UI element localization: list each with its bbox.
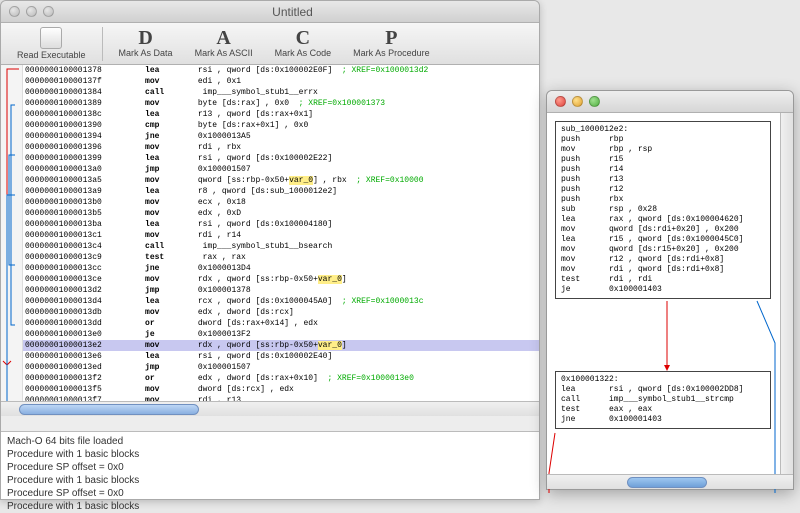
zoom-icon[interactable] — [43, 6, 54, 17]
disasm-row[interactable]: 00000001000013b0 mov ecx , 0x18 — [23, 197, 539, 208]
disasm-row[interactable]: 00000001000013a5 mov qword [ss:rbp-0x50+… — [23, 175, 539, 186]
arrow-gutter — [1, 65, 23, 416]
log-line: Procedure SP offset = 0x0 — [7, 487, 533, 500]
log-line: Mach-O 64 bits file loaded — [7, 435, 533, 448]
disasm-row[interactable]: 0000000100001378 lea rsi , qword [ds:0x1… — [23, 65, 539, 76]
document-icon — [40, 27, 62, 49]
mark-as-code-button[interactable]: C Mark As Code — [269, 27, 338, 60]
h-scrollbar[interactable] — [547, 474, 793, 489]
h-scroll-thumb[interactable] — [19, 404, 199, 415]
disasm-row[interactable]: 000000010000138c lea r13 , qword [ds:rax… — [23, 109, 539, 120]
disasm-row[interactable]: 00000001000013e0 je 0x1000013F2 — [23, 329, 539, 340]
minimize-icon[interactable] — [26, 6, 37, 17]
disasm-row[interactable]: 00000001000013ce mov rdx , qword [ss:rbp… — [23, 274, 539, 285]
mark-as-data-button[interactable]: D Mark As Data — [113, 27, 179, 60]
mark-as-ascii-button[interactable]: A Mark As ASCII — [189, 27, 259, 60]
disasm-row[interactable]: 00000001000013c1 mov rdi , r14 — [23, 230, 539, 241]
main-titlebar[interactable]: Untitled — [1, 1, 539, 23]
graph-canvas[interactable]: sub_1000012e2: push rbp mov rbp , rsp pu… — [547, 113, 780, 474]
disasm-row[interactable]: 00000001000013b5 mov edx , 0xD — [23, 208, 539, 219]
disasm-row[interactable]: 0000000100001390 cmp byte [ds:rax+0x1] ,… — [23, 120, 539, 131]
log-line: Procedure with 1 basic blocks — [7, 474, 533, 487]
disasm-row[interactable]: 00000001000013f5 mov dword [ds:rcx] , ed… — [23, 384, 539, 395]
disasm-row[interactable]: 00000001000013e2 mov rdx , qword [ss:rbp… — [23, 340, 539, 351]
zoom-icon[interactable] — [589, 96, 600, 107]
h-scroll-thumb[interactable] — [627, 477, 707, 488]
disasm-row[interactable]: 00000001000013d2 jmp 0x100001378 — [23, 285, 539, 296]
window-title: Untitled — [54, 5, 531, 19]
disasm-row[interactable]: 00000001000013c9 test rax , rax — [23, 252, 539, 263]
disasm-row[interactable]: 00000001000013e6 lea rsi , qword [ds:0x1… — [23, 351, 539, 362]
toolbar-separator — [102, 27, 103, 61]
disasm-row[interactable]: 0000000100001394 jne 0x1000013A5 — [23, 131, 539, 142]
read-executable-button[interactable]: Read Executable — [11, 25, 92, 62]
disasm-row[interactable]: 0000000100001384 call imp___symbol_stub1… — [23, 87, 539, 98]
disasm-row[interactable]: 00000001000013d4 lea rcx , qword [ds:0x1… — [23, 296, 539, 307]
disasm-row[interactable]: 00000001000013ba lea rsi , qword [ds:0x1… — [23, 219, 539, 230]
log-line: Procedure with 1 basic blocks — [7, 448, 533, 461]
disasm-row[interactable]: 00000001000013ed jmp 0x100001507 — [23, 362, 539, 373]
main-window: Untitled Read Executable D Mark As Data … — [0, 0, 540, 500]
disasm-row[interactable]: 00000001000013c4 call imp___symbol_stub1… — [23, 241, 539, 252]
disasm-row[interactable]: 00000001000013db mov edx , dword [ds:rcx… — [23, 307, 539, 318]
disasm-row[interactable]: 00000001000013a9 lea r8 , qword [ds:sub_… — [23, 186, 539, 197]
disasm-row[interactable]: 0000000100001389 mov byte [ds:rax] , 0x0… — [23, 98, 539, 109]
disasm-row[interactable]: 00000001000013dd or dword [ds:rax+0x14] … — [23, 318, 539, 329]
disasm-row[interactable]: 00000001000013a0 jmp 0x100001507 — [23, 164, 539, 175]
v-scrollbar[interactable] — [780, 113, 793, 474]
disasm-row[interactable]: 00000001000013f2 or edx , dword [ds:rax+… — [23, 373, 539, 384]
log-line: Procedure SP offset = 0x0 — [7, 461, 533, 474]
graph-node-1[interactable]: sub_1000012e2: push rbp mov rbp , rsp pu… — [555, 121, 771, 299]
toolbar: Read Executable D Mark As Data A Mark As… — [1, 23, 539, 65]
close-icon[interactable] — [9, 6, 20, 17]
disasm-row[interactable]: 000000010000137f mov edi , 0x1 — [23, 76, 539, 87]
h-scrollbar[interactable] — [1, 401, 539, 416]
graph-node-2[interactable]: 0x100001322: lea rsi , qword [ds:0x10000… — [555, 371, 771, 429]
close-icon[interactable] — [555, 96, 566, 107]
disasm-row[interactable]: 0000000100001396 mov rdi , rbx — [23, 142, 539, 153]
disasm-row[interactable]: 00000001000013cc jne 0x1000013D4 — [23, 263, 539, 274]
graph-titlebar[interactable] — [547, 91, 793, 113]
mark-as-procedure-button[interactable]: P Mark As Procedure — [347, 27, 436, 60]
disasm-row[interactable]: 0000000100001399 lea rsi , qword [ds:0x1… — [23, 153, 539, 164]
graph-window: sub_1000012e2: push rbp mov rbp , rsp pu… — [546, 90, 794, 490]
log-line: Procedure with 1 basic blocks — [7, 500, 533, 513]
minimize-icon[interactable] — [572, 96, 583, 107]
disassembly-view[interactable]: 0000000100001378 lea rsi , qword [ds:0x1… — [1, 65, 539, 416]
log-panel: Mach-O 64 bits file loadedProcedure with… — [1, 431, 539, 499]
code-listing[interactable]: 0000000100001378 lea rsi , qword [ds:0x1… — [23, 65, 539, 416]
